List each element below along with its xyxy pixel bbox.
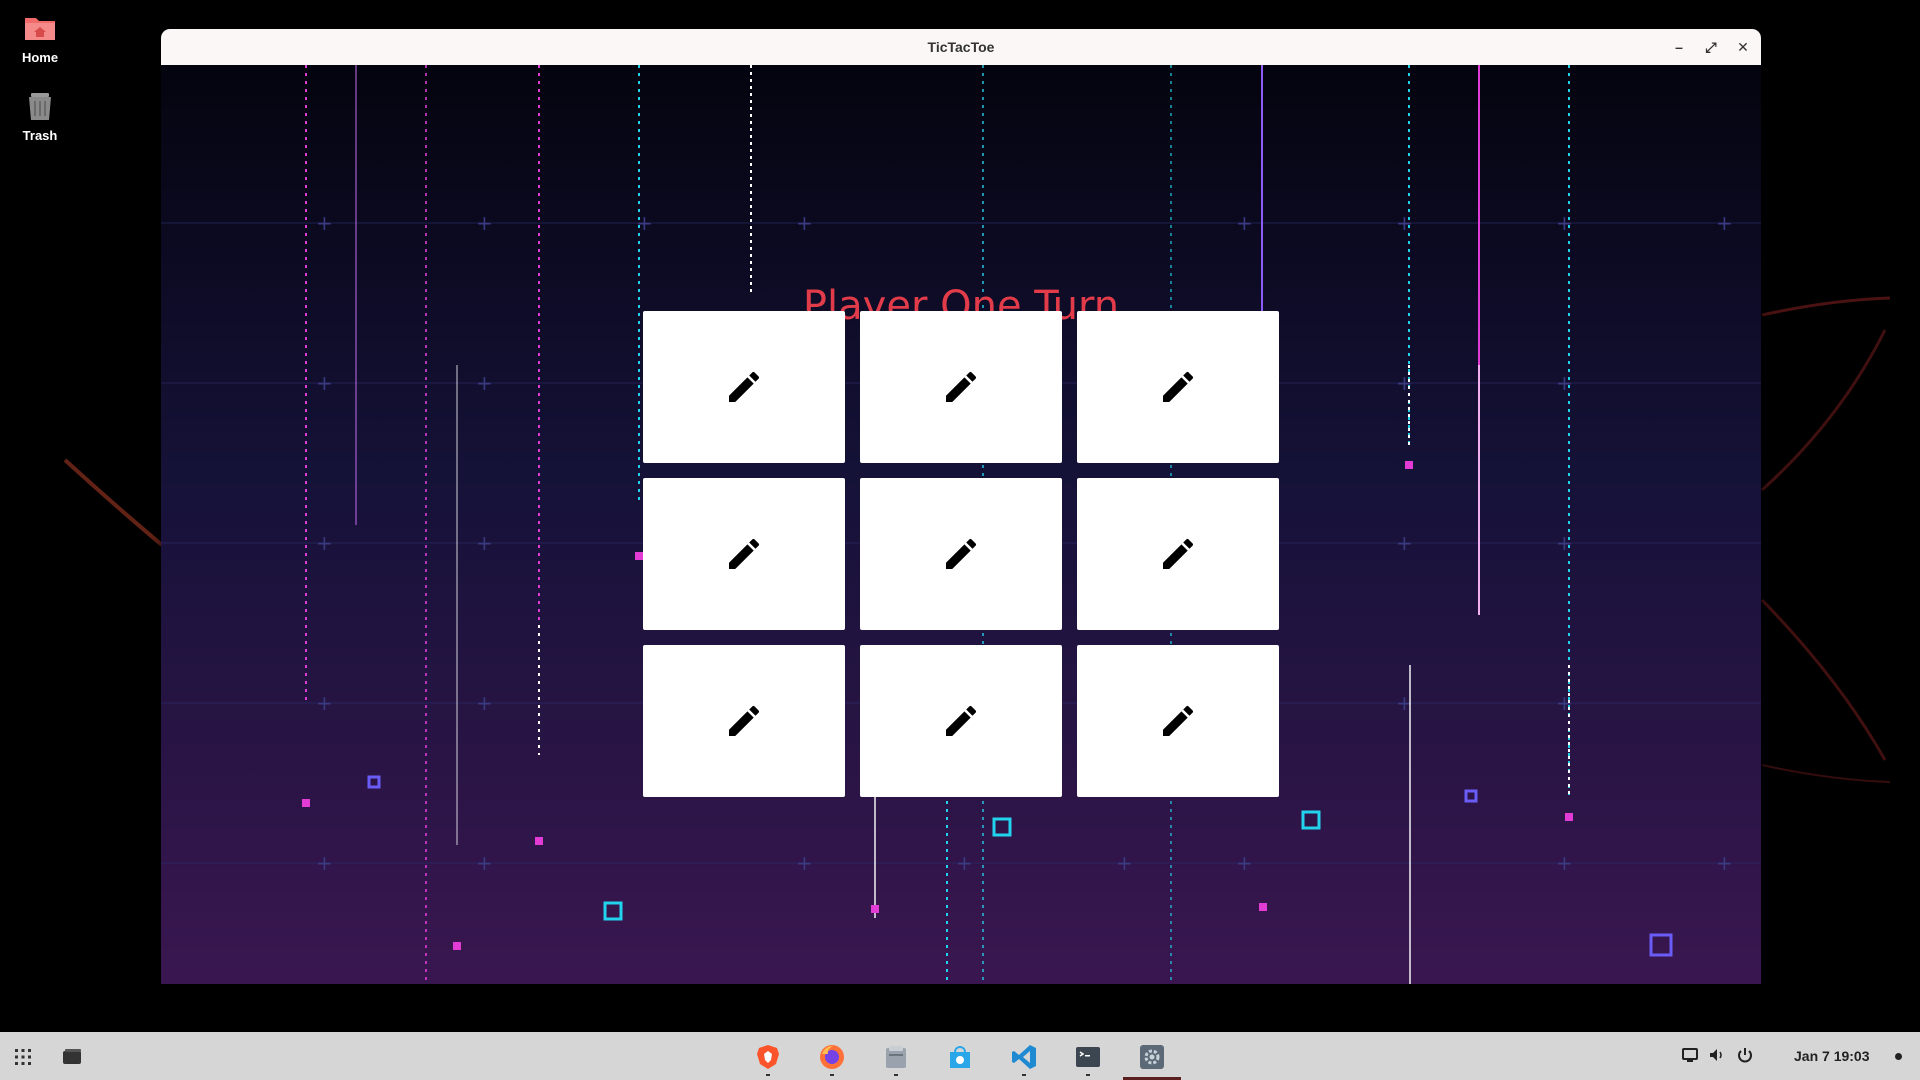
pencil-icon <box>729 705 760 736</box>
running-indicator <box>830 1074 834 1076</box>
svg-text:+: + <box>1556 851 1573 875</box>
pencil-icon <box>946 705 977 736</box>
taskbar-terminal[interactable] <box>1071 1040 1105 1076</box>
volume-icon[interactable] <box>1708 1046 1726 1064</box>
window-titlebar[interactable]: TicTacToe – ⤢ ✕ <box>161 29 1761 66</box>
taskbar: Jan 7 19:03 <box>0 1032 1920 1080</box>
pencil-icon <box>729 371 760 402</box>
taskbar-software-store[interactable] <box>943 1040 977 1074</box>
svg-text:+: + <box>476 211 493 235</box>
power-icon[interactable] <box>1736 1046 1754 1064</box>
svg-text:+: + <box>476 851 493 875</box>
taskbar-firefox[interactable] <box>815 1040 849 1076</box>
display-icon[interactable] <box>1681 1046 1699 1064</box>
svg-text:+: + <box>1716 851 1733 875</box>
svg-text:+: + <box>1396 531 1413 555</box>
svg-text:+: + <box>1116 851 1133 875</box>
pencil-icon <box>946 371 977 402</box>
terminal-icon <box>1076 1047 1100 1067</box>
running-indicator <box>894 1074 898 1076</box>
vscode-icon <box>1012 1045 1036 1069</box>
brave-browser-icon <box>757 1045 779 1069</box>
files-icon <box>886 1046 906 1068</box>
board-cell-2[interactable] <box>860 311 1062 463</box>
svg-text:+: + <box>316 211 333 235</box>
board-cell-6[interactable] <box>1077 478 1279 630</box>
svg-text:+: + <box>1556 691 1573 715</box>
app-window: TicTacToe – ⤢ ✕ + + + + + + + + + + + + … <box>161 29 1761 984</box>
clock[interactable]: Jan 7 19:03 <box>1794 1032 1870 1080</box>
pencil-icon <box>729 538 760 569</box>
svg-text:+: + <box>1716 211 1733 235</box>
window-title: TicTacToe <box>927 39 995 55</box>
svg-text:+: + <box>1556 211 1573 235</box>
maximize-button[interactable]: ⤢ <box>1700 36 1722 58</box>
svg-text:+: + <box>476 531 493 555</box>
svg-text:+: + <box>476 371 493 395</box>
board-cell-9[interactable] <box>1077 645 1279 797</box>
board-cell-7[interactable] <box>643 645 845 797</box>
svg-text:+: + <box>1396 371 1413 395</box>
firefox-icon <box>820 1045 844 1069</box>
trash-icon <box>29 93 51 120</box>
board-cell-3[interactable] <box>1077 311 1279 463</box>
desktop-icon-label: Home <box>21 50 59 65</box>
taskbar-vscode[interactable] <box>1007 1040 1041 1076</box>
game-area: + + + + + + + + + + + + + + + + + + + + + + + + + + + + <box>161 65 1761 984</box>
svg-text:+: + <box>636 211 653 235</box>
running-indicator <box>1022 1074 1026 1076</box>
software-store-icon <box>950 1046 970 1068</box>
taskbar-brave[interactable] <box>751 1040 785 1076</box>
svg-text:+: + <box>316 851 333 875</box>
svg-text:+: + <box>796 211 813 235</box>
svg-text:+: + <box>1236 211 1253 235</box>
taskbar-files[interactable] <box>879 1040 913 1076</box>
pencil-icon <box>1163 538 1194 569</box>
desktop-icon-home[interactable]: Home <box>8 10 72 65</box>
close-button[interactable]: ✕ <box>1732 36 1754 58</box>
svg-text:+: + <box>316 371 333 395</box>
app-grid-button[interactable] <box>6 1040 40 1074</box>
svg-text:+: + <box>476 691 493 715</box>
board-cell-8[interactable] <box>860 645 1062 797</box>
home-folder-icon <box>25 18 55 40</box>
svg-text:+: + <box>1396 211 1413 235</box>
svg-text:+: + <box>316 691 333 715</box>
board-cell-5[interactable] <box>860 478 1062 630</box>
svg-text:+: + <box>1236 851 1253 875</box>
running-indicator <box>766 1074 770 1076</box>
taskbar-settings[interactable] <box>1123 1040 1181 1080</box>
window-switcher-button[interactable] <box>55 1040 89 1074</box>
pencil-icon <box>946 538 977 569</box>
desktop-icon-trash[interactable]: Trash <box>8 88 72 143</box>
svg-text:+: + <box>1556 371 1573 395</box>
notification-dot[interactable] <box>1895 1053 1902 1060</box>
minimize-button[interactable]: – <box>1668 36 1690 58</box>
pencil-icon <box>1163 371 1194 402</box>
running-indicator <box>1086 1074 1090 1076</box>
board-cell-1[interactable] <box>643 311 845 463</box>
svg-text:+: + <box>796 851 813 875</box>
app-grid-icon <box>15 1049 31 1065</box>
svg-text:+: + <box>1556 531 1573 555</box>
svg-text:+: + <box>316 531 333 555</box>
svg-text:+: + <box>956 851 973 875</box>
pencil-icon <box>1163 705 1194 736</box>
window-switcher-icon <box>63 1049 81 1064</box>
settings-icon <box>1140 1045 1164 1069</box>
board-cell-4[interactable] <box>643 478 845 630</box>
desktop-icon-label: Trash <box>22 128 58 143</box>
